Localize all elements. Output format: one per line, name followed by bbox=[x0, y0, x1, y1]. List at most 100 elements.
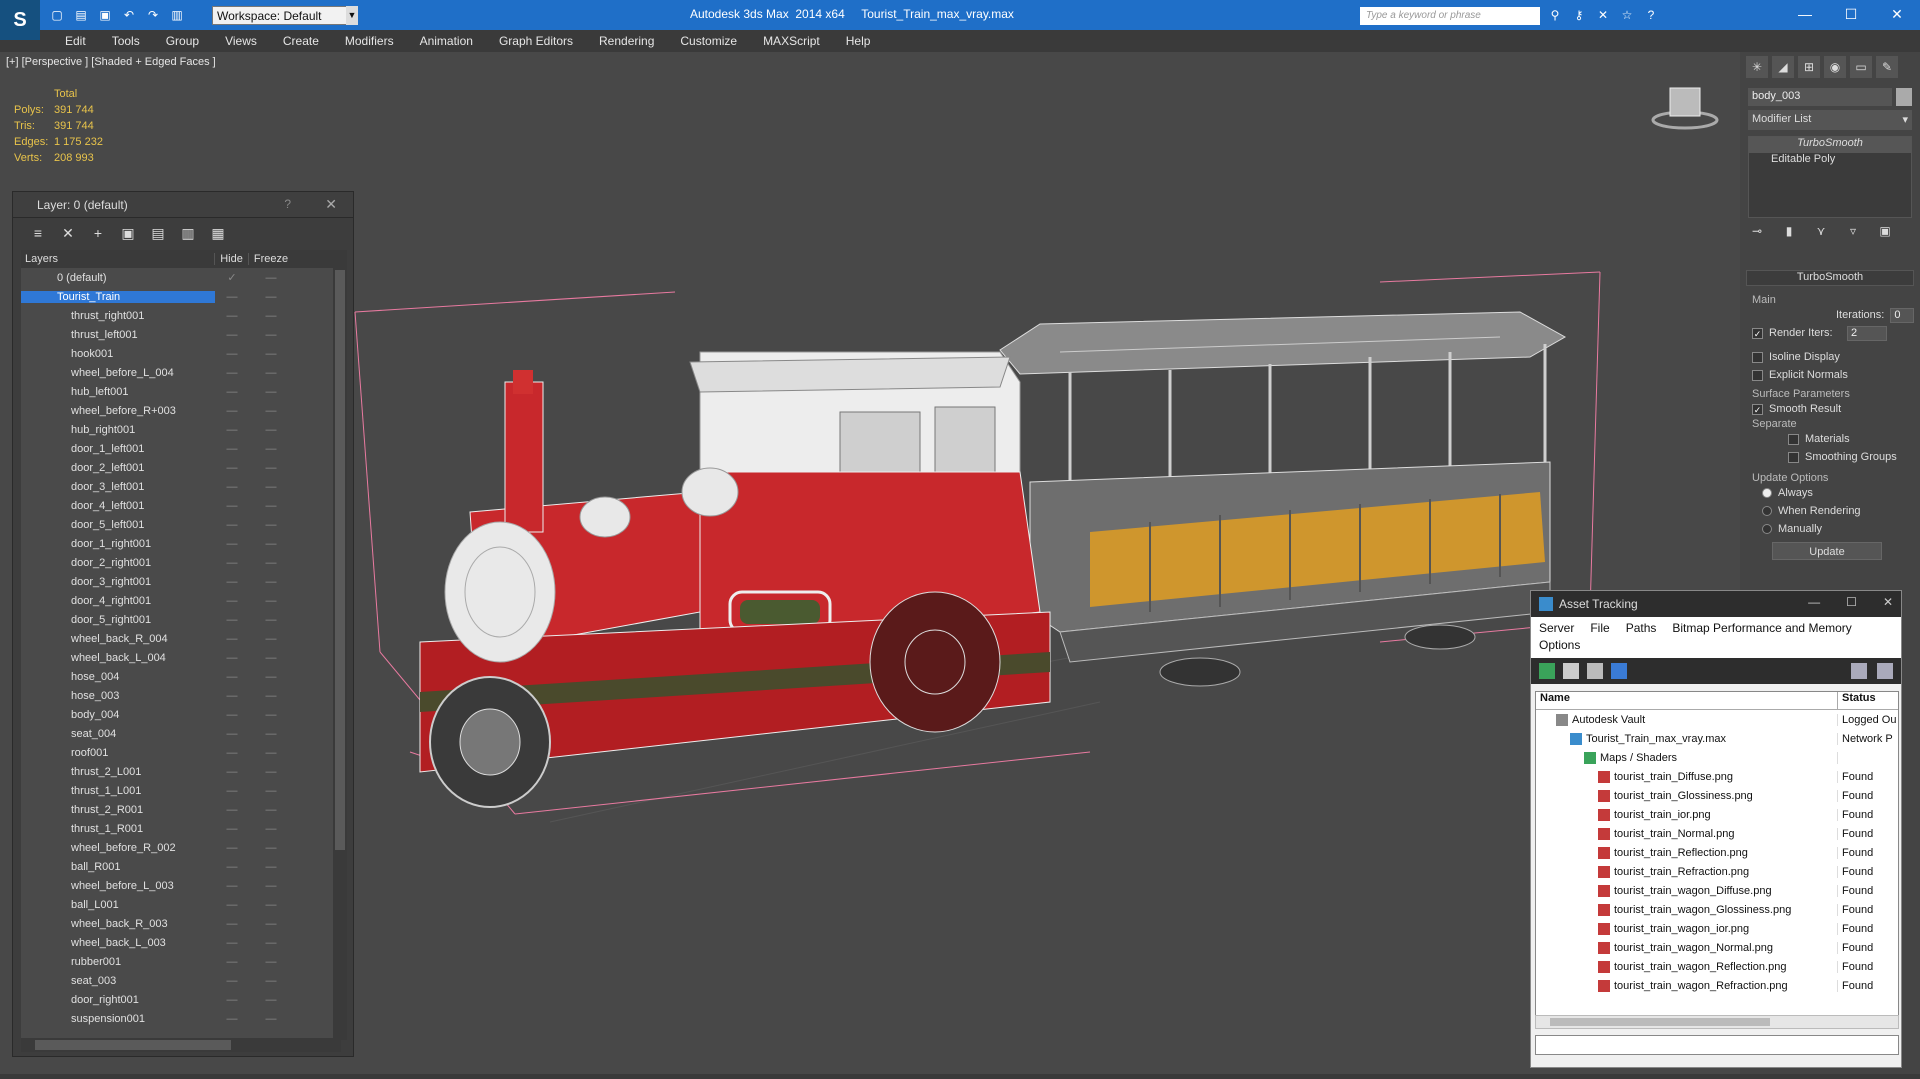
modifier-list-dropdown[interactable]: Modifier List ▾ bbox=[1748, 110, 1912, 130]
asset-row[interactable]: tourist_train_wagon_Reflection.png Found bbox=[1536, 957, 1898, 976]
detail-view-icon[interactable] bbox=[1587, 663, 1603, 679]
menu-edit[interactable]: Edit bbox=[52, 34, 99, 48]
layer-row[interactable]: rubber001— — bbox=[21, 952, 341, 971]
layer-name[interactable]: wheel_back_R_004 bbox=[21, 633, 215, 645]
asset-row[interactable]: tourist_train_Refraction.png Found bbox=[1536, 862, 1898, 881]
render-iters-checkbox[interactable]: ✓ bbox=[1752, 327, 1763, 339]
layer-name[interactable]: seat_004 bbox=[21, 728, 215, 740]
layer-row[interactable]: wheel_before_L_003— — bbox=[21, 876, 341, 895]
hide-toggle[interactable]: — bbox=[215, 899, 249, 911]
layer-name[interactable]: door_5_right001 bbox=[21, 614, 215, 626]
show-end-result-icon[interactable]: ▮ bbox=[1780, 224, 1798, 242]
freeze-toggle[interactable]: — bbox=[249, 386, 293, 398]
maximize-icon[interactable]: ☐ bbox=[1846, 595, 1857, 609]
rollout-title[interactable]: TurboSmooth bbox=[1746, 270, 1914, 286]
hide-toggle[interactable]: — bbox=[215, 709, 249, 721]
freeze-toggle[interactable]: — bbox=[249, 462, 293, 474]
asset-path-field[interactable] bbox=[1535, 1035, 1899, 1055]
materials-checkbox[interactable] bbox=[1788, 433, 1799, 445]
layer-name[interactable]: wheel_before_R+003 bbox=[21, 405, 215, 417]
asset-row[interactable]: tourist_train_Glossiness.png Found bbox=[1536, 786, 1898, 805]
layer-name[interactable]: thrust_1_L001 bbox=[21, 785, 215, 797]
layer-name[interactable]: wheel_back_L_004 bbox=[21, 652, 215, 664]
smooth-result-checkbox[interactable]: ✓ bbox=[1752, 403, 1763, 415]
layer-row[interactable]: seat_004— — bbox=[21, 724, 341, 743]
project-folder-icon[interactable]: ▥ bbox=[168, 6, 186, 24]
key-icon[interactable]: ⚷ bbox=[1570, 8, 1588, 24]
freeze-toggle[interactable]: — bbox=[249, 690, 293, 702]
layer-name[interactable]: door_4_left001 bbox=[21, 500, 215, 512]
freeze-toggle[interactable]: — bbox=[249, 481, 293, 493]
close-icon[interactable]: ✕ bbox=[1874, 0, 1920, 28]
add-layer-icon[interactable]: + bbox=[87, 222, 109, 244]
layer-row[interactable]: wheel_before_L_004— — bbox=[21, 363, 341, 382]
layer-name[interactable]: door_2_left001 bbox=[21, 462, 215, 474]
layer-row[interactable]: thrust_1_R001— — bbox=[21, 819, 341, 838]
layer-row[interactable]: door_5_right001— — bbox=[21, 610, 341, 629]
menu-modifiers[interactable]: Modifiers bbox=[332, 34, 407, 48]
freeze-toggle[interactable]: — bbox=[249, 538, 293, 550]
layer-name[interactable]: hub_right001 bbox=[21, 424, 215, 436]
layer-name[interactable]: wheel_before_R_002 bbox=[21, 842, 215, 854]
layer-row[interactable]: wheel_before_R+003— — bbox=[21, 401, 341, 420]
manually-radio[interactable] bbox=[1762, 524, 1772, 534]
freeze-toggle[interactable]: — bbox=[249, 329, 293, 341]
asset-row[interactable]: Autodesk Vault Logged Ou bbox=[1536, 710, 1898, 729]
layer-row[interactable]: hose_004— — bbox=[21, 667, 341, 686]
freeze-toggle[interactable]: — bbox=[249, 861, 293, 873]
search-input[interactable]: Type a keyword or phrase bbox=[1360, 7, 1540, 25]
locomotive[interactable] bbox=[419, 351, 1051, 808]
layer-row[interactable]: wheel_back_R_004— — bbox=[21, 629, 341, 648]
menu-create[interactable]: Create bbox=[270, 34, 332, 48]
freeze-toggle[interactable]: — bbox=[249, 633, 293, 645]
wagon[interactable] bbox=[999, 311, 1567, 687]
render-iters-spinner[interactable]: 2 bbox=[1847, 325, 1887, 341]
layer-row[interactable]: door_1_left001— — bbox=[21, 439, 341, 458]
hide-toggle[interactable]: — bbox=[215, 861, 249, 873]
freeze-toggle[interactable]: — bbox=[249, 823, 293, 835]
hide-toggle[interactable]: — bbox=[215, 576, 249, 588]
layer-row[interactable]: door_3_right001— — bbox=[21, 572, 341, 591]
modify-tab-icon[interactable]: ◢ bbox=[1772, 56, 1794, 78]
hide-toggle[interactable]: — bbox=[215, 633, 249, 645]
hide-toggle[interactable]: — bbox=[215, 329, 249, 341]
hide-all-layers-icon[interactable]: ▦ bbox=[207, 222, 229, 244]
asset-menu-file[interactable]: File bbox=[1590, 621, 1609, 635]
layer-name[interactable]: door_3_left001 bbox=[21, 481, 215, 493]
layer-name[interactable]: door_right001 bbox=[21, 994, 215, 1006]
active-layer-check-icon[interactable]: ✓ bbox=[215, 271, 249, 284]
layer-name[interactable]: door_2_right001 bbox=[21, 557, 215, 569]
always-radio[interactable] bbox=[1762, 488, 1772, 498]
hide-toggle[interactable]: — bbox=[215, 842, 249, 854]
layer-row[interactable]: wheel_before_R_002— — bbox=[21, 838, 341, 857]
help-icon[interactable]: ? bbox=[1642, 8, 1660, 24]
freeze-toggle[interactable]: — bbox=[249, 994, 293, 1006]
column-name[interactable]: Name bbox=[1536, 692, 1838, 709]
select-layer-icon[interactable]: ▣ bbox=[117, 222, 139, 244]
redo-icon[interactable]: ↷ bbox=[144, 6, 162, 24]
freeze-toggle[interactable]: — bbox=[249, 310, 293, 322]
hide-toggle[interactable]: — bbox=[215, 690, 249, 702]
asset-row[interactable]: tourist_train_Diffuse.png Found bbox=[1536, 767, 1898, 786]
layer-horizontal-scrollbar[interactable] bbox=[21, 1038, 341, 1052]
freeze-toggle[interactable]: — bbox=[249, 367, 293, 379]
layer-name[interactable]: hose_003 bbox=[21, 690, 215, 702]
freeze-toggle[interactable]: — bbox=[249, 576, 293, 588]
list-view-icon[interactable] bbox=[1563, 663, 1579, 679]
asset-row[interactable]: tourist_train_Reflection.png Found bbox=[1536, 843, 1898, 862]
hide-toggle[interactable]: — bbox=[215, 367, 249, 379]
freeze-toggle[interactable]: — bbox=[249, 956, 293, 968]
hide-toggle[interactable]: — bbox=[215, 291, 249, 303]
menu-graph-editors[interactable]: Graph Editors bbox=[486, 34, 586, 48]
make-unique-icon[interactable]: ⋎ bbox=[1812, 224, 1830, 242]
layer-name[interactable]: thrust_1_R001 bbox=[21, 823, 215, 835]
layer-name[interactable]: wheel_before_L_004 bbox=[21, 367, 215, 379]
settings-icon[interactable] bbox=[1877, 663, 1893, 679]
layer-row[interactable]: door_2_left001— — bbox=[21, 458, 341, 477]
hide-toggle[interactable]: — bbox=[215, 766, 249, 778]
layer-row[interactable]: door_4_left001— — bbox=[21, 496, 341, 515]
viewcube-icon[interactable] bbox=[1650, 82, 1720, 132]
display-tab-icon[interactable]: ▭ bbox=[1850, 56, 1872, 78]
layer-row[interactable]: hose_003— — bbox=[21, 686, 341, 705]
layer-name[interactable]: hose_004 bbox=[21, 671, 215, 683]
